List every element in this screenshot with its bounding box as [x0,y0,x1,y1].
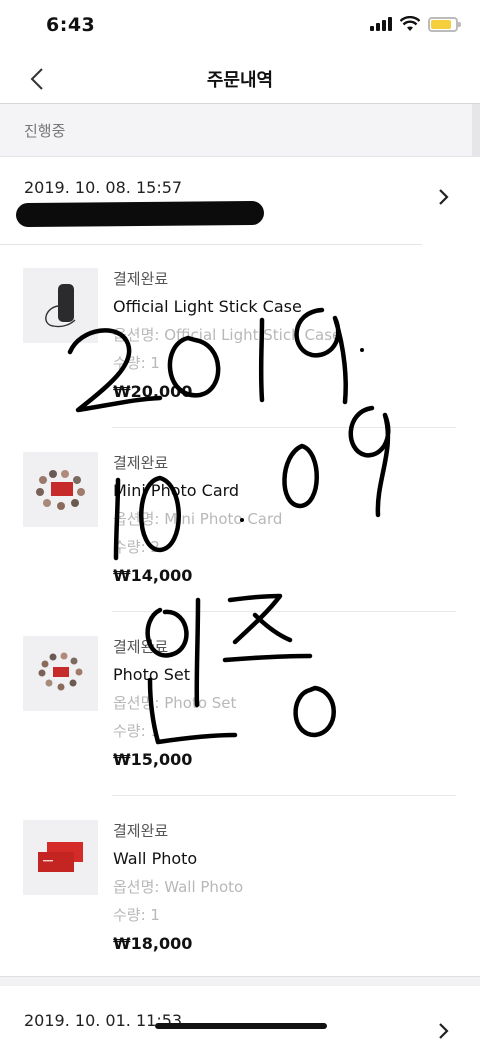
item-option: 옵션명: Official Light Stick Case [113,326,342,344]
item-option: 옵션명: Mini Photo Card [113,510,283,528]
order-item[interactable]: 결제완료 Official Light Stick Case 옵션명: Offi… [0,244,480,428]
item-option: 옵션명: Photo Set [113,694,237,712]
order-item[interactable]: 결제완료 Photo Set 옵션명: Photo Set 수량: 1 ₩15,… [0,612,480,796]
item-status: 결제완료 [113,454,169,472]
order-header[interactable]: 2019. 10. 08. 15:57 [0,158,480,244]
section-label: 진행중 [24,122,66,140]
item-status: 결제완료 [113,822,169,840]
item-price: ₩18,000 [113,934,193,953]
order-item[interactable]: 결제완료 Mini Photo Card 옵션명: Mini Photo Car… [0,428,480,612]
status-icons [370,16,461,32]
order-item[interactable]: 결제완료 Wall Photo 옵션명: Wall Photo 수량: 1 ₩1… [0,796,480,980]
status-bar: 6:43 [0,0,480,52]
wifi-icon [400,16,420,31]
order-separator [0,976,480,986]
product-thumbnail-mini-photo-card [23,452,98,527]
battery-icon [428,16,461,32]
order-header[interactable]: 2019. 10. 01. 11:53 [0,990,480,1039]
item-name: Wall Photo [113,849,198,868]
item-price: ₩15,000 [113,750,193,769]
item-price: ₩14,000 [113,566,193,585]
scroll-indicator [472,104,480,157]
status-time: 6:43 [46,14,96,36]
chevron-right-icon[interactable] [436,1020,452,1039]
home-indicator [155,1023,327,1029]
page-title: 주문내역 [206,70,274,91]
item-name: Official Light Stick Case [113,297,302,316]
order-date: 2019. 10. 08. 15:57 [24,178,183,197]
section-header-in-progress: 진행중 [0,104,480,157]
item-quantity: 수량: 1 [113,906,160,924]
chevron-right-icon[interactable] [436,186,452,208]
product-thumbnail-light-stick-case [23,268,98,343]
item-name: Photo Set [113,665,190,684]
item-quantity: 수량: 1 [113,722,160,740]
redacted-order-number [15,200,265,228]
item-quantity: 수량: 1 [113,354,160,372]
item-quantity: 수량: 2 [113,538,160,556]
item-name: Mini Photo Card [113,481,240,500]
product-thumbnail-photo-set [23,636,98,711]
item-price: ₩20,000 [113,382,193,401]
cellular-signal-icon [370,17,392,31]
item-status: 결제완료 [113,270,169,288]
product-thumbnail-wall-photo [23,820,98,895]
item-option: 옵션명: Wall Photo [113,878,244,896]
navigation-bar: 주문내역 [0,52,480,104]
item-status: 결제완료 [113,638,169,656]
